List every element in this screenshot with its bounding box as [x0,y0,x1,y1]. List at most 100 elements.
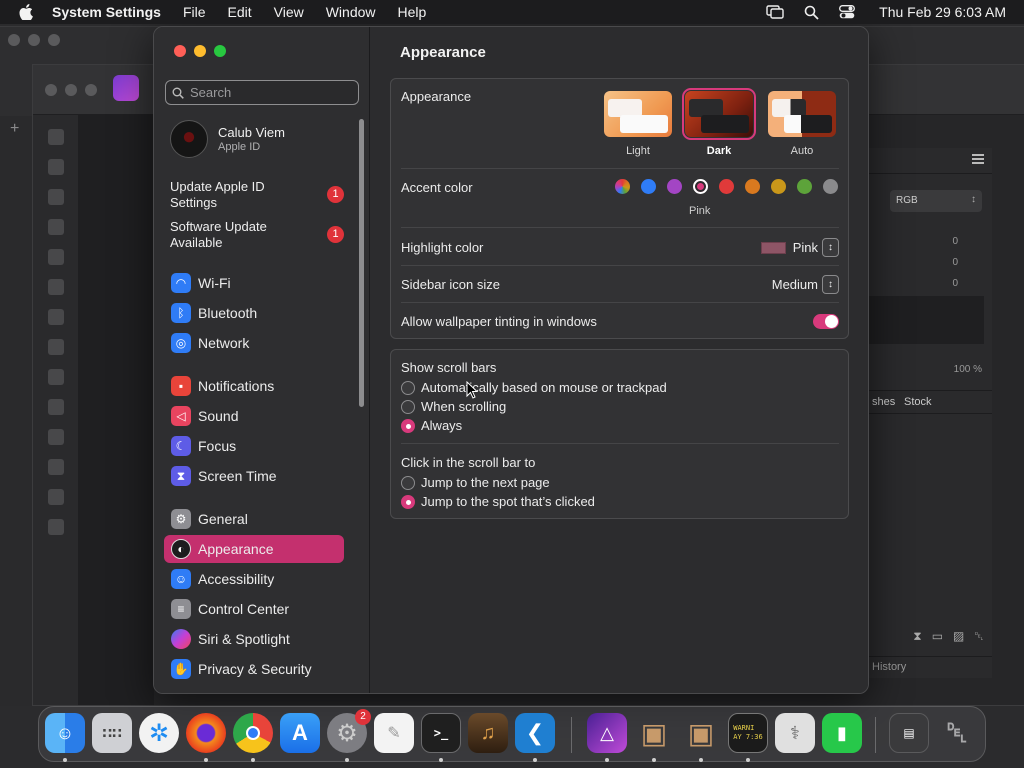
menu-help[interactable]: Help [398,4,427,20]
zoom-button[interactable] [214,45,226,57]
appearance-dark-option[interactable] [682,88,756,140]
radio-jump-next-page[interactable]: Jump to the next page [401,475,550,490]
wallpaper-tinting-toggle[interactable] [813,314,839,329]
affinity-photo-icon[interactable]: △ [587,713,627,753]
folder-icon[interactable]: ▭ [932,629,943,643]
menu-edit[interactable]: Edit [228,4,252,20]
marquee-tool-icon[interactable] [47,309,64,325]
textedit-icon[interactable]: ✎ [374,713,414,753]
disk-utility-icon[interactable]: ⚕ [775,713,815,753]
dodge-tool-icon[interactable] [47,429,64,445]
package-icon-2[interactable]: ▣ [681,713,721,753]
minimize-button[interactable] [194,45,206,57]
sidebar-item-accessibility[interactable]: ☺ Accessibility [164,565,344,593]
finder-icon[interactable]: ☺ [45,713,85,753]
tab-stock[interactable]: Stock [904,396,932,408]
menu-view[interactable]: View [274,4,304,20]
close-button[interactable] [174,45,186,57]
radio-button[interactable] [401,494,415,509]
search-input[interactable] [190,85,350,100]
paint-tool-icon[interactable] [47,369,64,385]
apple-logo-icon[interactable] [18,4,34,20]
radio-jump-to-spot[interactable]: Jump to the spot that’s clicked [401,494,595,509]
mask-icon[interactable]: ▨ [953,629,964,643]
move-tool-icon[interactable] [47,159,64,175]
sidebar-item-notifications[interactable]: ▪ Notifications [164,372,344,400]
appearance-auto-option[interactable] [768,91,836,137]
brush-tool-icon[interactable] [47,249,64,265]
garageband-icon[interactable]: ♫ [468,713,508,753]
crop-tool-icon[interactable] [47,219,64,235]
accent-pink-swatch[interactable] [693,179,708,194]
sidebar-item-bluetooth[interactable]: ᛒ Bluetooth [164,299,344,327]
software-update-item[interactable]: Software Update Available 1 [170,219,350,251]
highlight-color-popup[interactable]: Pink ↕ [760,238,839,257]
spotlight-search-icon[interactable] [804,5,819,20]
system-settings-icon[interactable]: ⚙ 2 [327,709,371,753]
sidebar-item-focus[interactable]: ☾ Focus [164,432,344,460]
terminal-icon[interactable]: >_ [421,713,461,753]
sidebar-item-sound[interactable]: ◁ Sound [164,402,344,430]
stamp-tool-icon[interactable] [47,519,64,535]
sidebar-icon-size-popup[interactable]: Medium ↕ [772,275,839,294]
panel-menu-icon[interactable] [972,154,984,164]
clone-tool-icon[interactable] [47,459,64,475]
history-panel-title[interactable]: History [868,656,992,678]
sidebar-scrollbar[interactable] [359,119,364,407]
package-icon[interactable]: ▣ [634,713,674,753]
menu-window[interactable]: Window [326,4,376,20]
search-field[interactable] [165,80,359,105]
appearance-light-option[interactable] [604,91,672,137]
radio-button[interactable] [401,475,415,490]
sidebar-item-general[interactable]: ⚙ General [164,505,344,533]
apple-id-profile[interactable]: Calub Viem Apple ID [170,119,285,159]
sidebar-item-screen-time[interactable]: ⧗ Screen Time [164,462,344,490]
facetime-icon[interactable]: ▮ [822,713,862,753]
update-apple-id-item[interactable]: Update Apple ID Settings 1 [170,179,350,211]
accent-graphite-swatch[interactable] [823,179,838,194]
sidebar-item-siri-spotlight[interactable]: Siri & Spotlight [164,625,344,653]
hand-tool-icon[interactable] [47,129,64,145]
sidebar-item-control-center[interactable]: ≡ Control Center [164,595,344,623]
sidebar-item-network[interactable]: ◎ Network [164,329,344,357]
trash-icon[interactable]: ␡ [937,713,977,753]
vscode-icon[interactable]: ❮ [515,713,555,753]
radio-scroll-automatic[interactable]: Automatically based on mouse or trackpad [401,380,667,395]
radio-button[interactable] [401,380,415,395]
menu-file[interactable]: File [183,4,206,20]
selection-tool-icon[interactable] [47,279,64,295]
accent-purple-swatch[interactable] [667,179,682,194]
safari-icon[interactable]: ✲ [139,713,179,753]
downloads-stack-icon[interactable]: ▤ [889,713,929,753]
fill-tool-icon[interactable] [47,339,64,355]
accent-multicolor-swatch[interactable] [615,179,630,194]
tab-brushes[interactable]: shes [872,396,895,408]
accent-yellow-swatch[interactable] [771,179,786,194]
accent-orange-swatch[interactable] [745,179,760,194]
zoom-value[interactable]: 100 % [954,364,982,375]
sidebar-item-appearance[interactable]: ◐ Appearance [164,535,344,563]
accent-red-swatch[interactable] [719,179,734,194]
picker-tool-icon[interactable] [47,189,64,205]
radio-button[interactable] [401,418,415,433]
sidebar-item-privacy-security[interactable]: ✋ Privacy & Security [164,655,344,683]
accent-green-swatch[interactable] [797,179,812,194]
zoom-tool-icon[interactable] [47,489,64,505]
chrome-icon[interactable] [233,713,273,753]
launchpad-icon[interactable]: ∷∷ [92,713,132,753]
radio-scroll-when-scrolling[interactable]: When scrolling [401,399,506,414]
sidebar-item-wifi[interactable]: ◠ Wi-Fi [164,269,344,297]
filter-icon[interactable]: ⧗ [913,629,921,644]
radio-scroll-always[interactable]: Always [401,418,462,433]
firefox-icon[interactable] [186,713,226,753]
radio-button[interactable] [401,399,415,414]
control-center-icon[interactable] [839,5,856,19]
screen-mirroring-icon[interactable] [766,5,784,19]
app-store-icon[interactable]: A [280,713,320,753]
erase-tool-icon[interactable] [47,399,64,415]
trash-icon[interactable]: ␡ [974,629,984,644]
accent-blue-swatch[interactable] [641,179,656,194]
color-mode-select[interactable]: RGB [890,190,982,212]
menu-clock[interactable]: Thu Feb 29 6:03 AM [879,4,1006,20]
console-icon[interactable]: WARNI AY 7:36 [728,713,768,753]
